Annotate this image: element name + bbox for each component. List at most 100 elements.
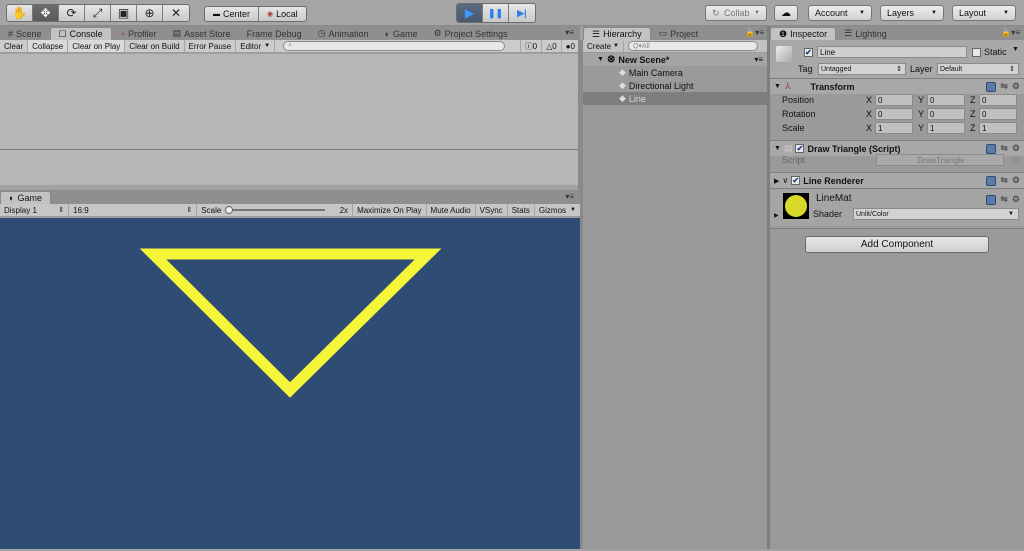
position-x-input[interactable]: 0 <box>875 94 913 106</box>
foldout-icon[interactable]: ▼ <box>774 83 781 90</box>
object-name-input[interactable]: Line <box>817 46 967 58</box>
maximize-on-play-toggle[interactable]: Maximize On Play <box>353 204 427 216</box>
tab-console[interactable]: ☐ Console <box>49 27 112 40</box>
play-button[interactable]: ▶ <box>457 4 483 22</box>
custom-tool-button[interactable]: ✕ <box>163 5 189 21</box>
collapse-button[interactable]: Collapse <box>28 40 69 52</box>
console-splitter[interactable] <box>0 149 578 150</box>
console-search-input[interactable]: ⌕ <box>283 41 506 51</box>
scale-z-input[interactable]: 1 <box>979 122 1017 134</box>
hierarchy-search-input[interactable]: Q▾All <box>627 41 758 51</box>
vsync-toggle[interactable]: VSync <box>476 204 508 216</box>
rotation-x-input[interactable]: 0 <box>875 108 913 120</box>
display-dropdown[interactable]: Display 1 ⇕ <box>0 204 70 216</box>
panel-menu-icon[interactable]: ▾≡ <box>565 28 574 37</box>
stats-toggle[interactable]: Stats <box>508 204 535 216</box>
preset-icon[interactable]: ⇋ <box>1000 175 1008 186</box>
script-enabled-checkbox[interactable]: ✔ <box>795 144 805 153</box>
error-pause-button[interactable]: Error Pause <box>185 40 237 52</box>
rotation-z-input[interactable]: 0 <box>979 108 1017 120</box>
move-tool-button[interactable]: ✥ <box>33 5 59 21</box>
tag-dropdown[interactable]: Untagged ⇕ <box>818 63 906 75</box>
tab-asset-store[interactable]: ▤ Asset Store <box>165 27 239 40</box>
foldout-icon[interactable]: ▶ <box>774 212 779 219</box>
rect-tool-button[interactable]: ▣ <box>111 5 137 21</box>
lock-menu-icon[interactable]: 🔒▾≡ <box>1001 28 1020 37</box>
hierarchy-item[interactable]: ◆ Main Camera <box>583 66 767 79</box>
tab-animation[interactable]: ◷ Animation <box>310 27 377 40</box>
tab-scene[interactable]: # Scene <box>0 27 50 40</box>
preset-icon[interactable]: ⇋ <box>1000 81 1008 92</box>
mute-audio-toggle[interactable]: Mute Audio <box>427 204 476 216</box>
gear-icon[interactable]: ⚙ <box>1012 81 1020 92</box>
scale-slider-thumb[interactable] <box>225 206 234 214</box>
layer-dropdown[interactable]: Default ⇕ <box>937 63 1019 75</box>
tab-profiler[interactable]: ◔ Profiler <box>112 27 165 40</box>
warning-filter-toggle[interactable]: △ 0 <box>542 40 562 52</box>
active-checkbox[interactable]: ✔ <box>804 48 813 57</box>
pivot-center-button[interactable]: ▬ Center <box>205 7 260 21</box>
tab-inspector[interactable]: ❶ Inspector <box>770 27 837 40</box>
tab-project[interactable]: ▭ Project <box>651 27 707 40</box>
help-book-icon[interactable] <box>986 175 997 186</box>
static-dropdown-icon[interactable]: ▼ <box>1012 46 1019 53</box>
info-filter-toggle[interactable]: ⓘ 0 <box>519 40 543 52</box>
pivot-local-button[interactable]: ◉ Local <box>259 7 306 21</box>
tab-lighting[interactable]: ☰ Lighting <box>836 27 895 40</box>
hand-tool-button[interactable]: ✋ <box>7 5 33 21</box>
foldout-icon[interactable]: ▼ <box>774 145 781 152</box>
static-checkbox[interactable] <box>972 48 981 57</box>
scale-x-input[interactable]: 1 <box>875 122 913 134</box>
lock-menu-icon[interactable]: 🔒▾≡ <box>745 28 764 37</box>
layers-dropdown[interactable]: Layers ▼ <box>880 5 944 21</box>
pause-button[interactable]: ❚❚ <box>483 4 509 22</box>
foldout-icon[interactable]: ▶ <box>774 177 779 185</box>
scale-slider[interactable] <box>225 206 326 214</box>
tab-frame-debug[interactable]: Frame Debug <box>239 27 310 40</box>
tab-hierarchy[interactable]: ☰ Hierarchy <box>583 27 651 40</box>
game-view[interactable] <box>0 218 580 549</box>
line-renderer-header[interactable]: ▶ ∨ ✔ Line Renderer ⇋ ⚙ <box>770 172 1024 188</box>
console-log-area[interactable] <box>0 54 578 185</box>
preset-icon[interactable]: ⇋ <box>1000 143 1008 154</box>
clear-on-play-button[interactable]: Clear on Play <box>68 40 126 52</box>
gear-icon[interactable]: ⚙ <box>1012 175 1020 186</box>
gizmos-dropdown[interactable]: Gizmos ▼ <box>535 204 580 216</box>
gear-icon[interactable]: ⚙ <box>1012 143 1020 154</box>
aspect-dropdown[interactable]: 16:9 ⇕ <box>69 204 198 216</box>
clear-on-build-button[interactable]: Clear on Build <box>125 40 185 52</box>
help-book-icon[interactable] <box>986 81 997 92</box>
cloud-button[interactable]: ☁ <box>774 5 798 21</box>
add-component-button[interactable]: Add Component <box>805 236 989 253</box>
gear-icon[interactable]: ⚙ <box>1012 194 1020 205</box>
hierarchy-item-selected[interactable]: ◆ Line <box>583 92 767 105</box>
help-book-icon[interactable] <box>986 143 997 154</box>
tab-game[interactable]: ◐ Game <box>377 27 426 40</box>
hierarchy-item[interactable]: ◆ Directional Light <box>583 79 767 92</box>
account-dropdown[interactable]: Account ▼ <box>808 5 872 21</box>
editor-dropdown[interactable]: Editor ▼ <box>236 40 276 52</box>
tab-game-view[interactable]: ◐ Game <box>0 191 51 204</box>
material-preview[interactable] <box>783 193 809 219</box>
help-book-icon[interactable] <box>986 194 997 205</box>
clear-button[interactable]: Clear <box>0 40 29 52</box>
rotation-y-input[interactable]: 0 <box>927 108 965 120</box>
transform-tool-button[interactable]: ⊕ <box>137 5 163 21</box>
scene-row[interactable]: ▼ ⊗ New Scene* ▾≡ <box>583 53 767 66</box>
position-y-input[interactable]: 0 <box>927 94 965 106</box>
rotate-tool-button[interactable]: ⟳ <box>59 5 85 21</box>
panel-menu-icon[interactable]: ▾≡ <box>565 192 574 201</box>
create-dropdown[interactable]: Create ▼ <box>583 40 624 52</box>
preset-icon[interactable]: ⇋ <box>1000 194 1008 205</box>
transform-header[interactable]: ▼ ⅄ Transform ⇋ ⚙ <box>770 78 1024 94</box>
scale-y-input[interactable]: 1 <box>927 122 965 134</box>
position-z-input[interactable]: 0 <box>979 94 1017 106</box>
collab-dropdown[interactable]: ↻ Collab ▼ <box>705 5 767 21</box>
line-renderer-enabled-checkbox[interactable]: ✔ <box>791 176 801 185</box>
tab-project-settings[interactable]: ⚙ Project Settings <box>426 27 516 40</box>
step-button[interactable]: ▶| <box>509 4 535 22</box>
layout-dropdown[interactable]: Layout ▼ <box>952 5 1016 21</box>
scene-menu-icon[interactable]: ▾≡ <box>754 55 763 64</box>
expand-icon[interactable]: ▼ <box>597 56 604 63</box>
scale-tool-button[interactable]: ⤢ <box>85 5 111 21</box>
